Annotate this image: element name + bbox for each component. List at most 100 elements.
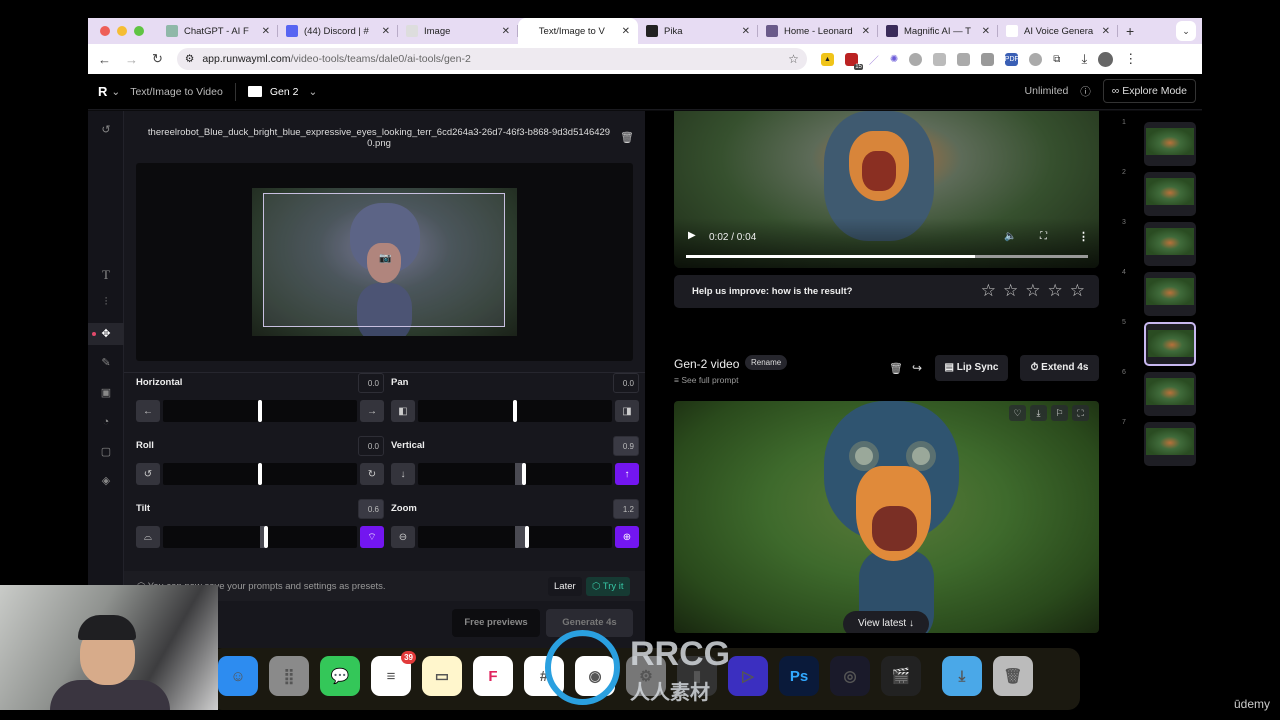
history-icon[interactable]: ↺ [88,123,124,136]
extend-button[interactable]: ⏱ Extend 4s [1020,355,1099,381]
dock-app-obs[interactable]: ◎ [830,656,870,696]
bookmark-star-icon[interactable]: ☆ [788,52,799,66]
roll-left-icon[interactable]: ↺ [136,463,160,485]
minimize-window-button[interactable] [117,26,127,36]
slider-handle[interactable] [258,400,262,422]
close-tab-icon[interactable]: ✕ [862,26,870,37]
control-value-input[interactable]: 0.6 [358,499,384,519]
pen-extension-icon[interactable]: ／ [869,52,879,67]
close-tab-icon[interactable]: ✕ [382,26,390,37]
dock-app-notes[interactable]: ▭ [422,656,462,696]
browser-tab[interactable]: Image ✕ [398,18,518,44]
share-icon[interactable]: ↪ [912,361,922,375]
video-progress-bar[interactable] [686,255,1088,258]
settings-sliders-icon[interactable]: ⫶ [88,296,124,309]
extensions-puzzle-icon[interactable]: ⧉ [1053,54,1060,65]
star-icon[interactable]: ☆ [981,281,996,301]
delete-image-icon[interactable]: 🗑 [620,131,634,144]
control-slider[interactable] [163,463,357,485]
see-full-prompt-link[interactable]: ≡ See full prompt [674,375,739,385]
runway-logo[interactable]: R [98,84,107,99]
text-prompt-icon[interactable]: T [88,267,124,283]
fullscreen-icon[interactable]: ⛶ [1040,231,1047,242]
close-tab-icon[interactable]: ✕ [262,26,270,37]
extension-icon[interactable] [981,52,995,66]
timeline-thumbnail[interactable] [1144,322,1196,366]
dock-app-messages[interactable]: 💬 [320,656,360,696]
browser-tab[interactable]: Text/Image to V ✕ [518,18,638,44]
sparkle-extension-icon[interactable]: ✺ [890,54,898,65]
free-previews-button[interactable]: Free previews [452,609,540,637]
roll-right-icon[interactable]: ↻ [360,463,384,485]
volume-icon[interactable]: 🔈 [1004,231,1016,242]
timeline-thumbnail[interactable] [1144,272,1196,316]
star-icon[interactable]: ☆ [1048,281,1063,301]
aspect-icon[interactable]: ▢ [88,445,124,458]
explore-mode-button[interactable]: ∞ Explore Mode [1102,79,1196,103]
dock-app-finder[interactable]: ☺ [218,656,258,696]
generated-video[interactable]: ♡ ⤓ ⚐ ⛶ View latest ↓ [674,401,1099,633]
lip-sync-button[interactable]: ▤ Lip Sync [935,355,1008,381]
folder-name[interactable]: Gen 2 [270,86,299,98]
timeline-thumbnail[interactable] [1144,422,1196,466]
timeline-thumbnail[interactable] [1144,222,1196,266]
control-slider[interactable] [418,526,612,548]
try-it-button[interactable]: ⬡ Try it [586,577,630,596]
later-button[interactable]: Later [548,577,582,596]
browser-tab[interactable]: Pika ✕ [638,18,758,44]
chevron-down-icon[interactable]: ⌄ [111,86,120,98]
control-slider[interactable] [418,400,612,422]
arrow-down-icon[interactable]: ↓ [391,463,415,485]
close-tab-icon[interactable]: ✕ [502,26,510,37]
zoom-in-icon[interactable]: ⊕ [615,526,639,548]
browser-menu-icon[interactable]: ⋮ [1124,51,1137,67]
info-icon[interactable]: ⓘ [1080,84,1091,99]
control-slider[interactable] [418,463,612,485]
pan-left-icon[interactable]: ◧ [391,400,415,422]
profile-avatar[interactable] [1098,51,1114,67]
palette-icon[interactable]: ◔ [88,416,124,428]
close-tab-icon[interactable]: ✕ [622,26,630,37]
arrow-right-icon[interactable]: → [360,400,384,422]
favorite-heart-icon[interactable]: ♡ [1009,405,1026,421]
control-value-input[interactable]: 0.0 [358,373,384,393]
motion-brush-icon[interactable]: ✎ [88,356,124,369]
dock-app-reminders[interactable]: ≡ 39 [371,651,416,696]
new-tab-button[interactable]: + [1126,23,1134,39]
arrow-left-icon[interactable]: ← [136,400,160,422]
back-icon[interactable]: ← [98,52,111,67]
slider-handle[interactable] [521,463,526,485]
expand-icon[interactable]: ⛶ [1072,405,1089,421]
extension-icon[interactable]: ▲ [820,52,834,66]
layers-icon[interactable]: ◈ [88,474,124,487]
breadcrumb-tool[interactable]: Text/Image to Video [130,86,223,98]
browser-tab[interactable]: Home - Leonard ✕ [758,18,878,44]
close-tab-icon[interactable]: ✕ [742,26,750,37]
frame-icon[interactable]: ▣ [88,386,124,399]
delete-video-icon[interactable]: 🗑 [889,362,903,375]
tilt-up-icon[interactable]: ⌓ [136,526,160,548]
control-slider[interactable] [163,400,357,422]
view-latest-button[interactable]: View latest ↓ [843,611,929,633]
slider-handle[interactable] [258,463,262,485]
control-value-input[interactable]: 0.9 [613,436,639,456]
download-icon[interactable]: ⤓ [1081,51,1087,67]
browser-tab[interactable]: ChatGPT - AI F ✕ [158,18,278,44]
control-value-input[interactable]: 0.0 [358,436,384,456]
arrow-up-icon[interactable]: ↑ [615,463,639,485]
extension-icon[interactable] [933,52,947,66]
browser-tab[interactable]: (44) Discord | # ✕ [278,18,398,44]
control-value-input[interactable]: 1.2 [613,499,639,519]
tilt-down-icon[interactable]: ⌔ [360,526,384,548]
browser-tab[interactable]: AI Voice Genera ✕ [998,18,1118,44]
dock-app-framer[interactable]: F [473,656,513,696]
forward-icon[interactable]: → [125,52,138,67]
star-icon[interactable]: ☆ [1025,281,1040,301]
dock-app-photoshop[interactable]: Ps [779,656,819,696]
slider-handle[interactable] [524,526,529,548]
site-settings-icon[interactable]: ⚙ [185,53,194,65]
close-tab-icon[interactable]: ✕ [1102,26,1110,37]
star-icon[interactable]: ☆ [1003,281,1018,301]
shield-extension-icon[interactable] [909,52,923,66]
extension-icon[interactable] [957,52,971,66]
